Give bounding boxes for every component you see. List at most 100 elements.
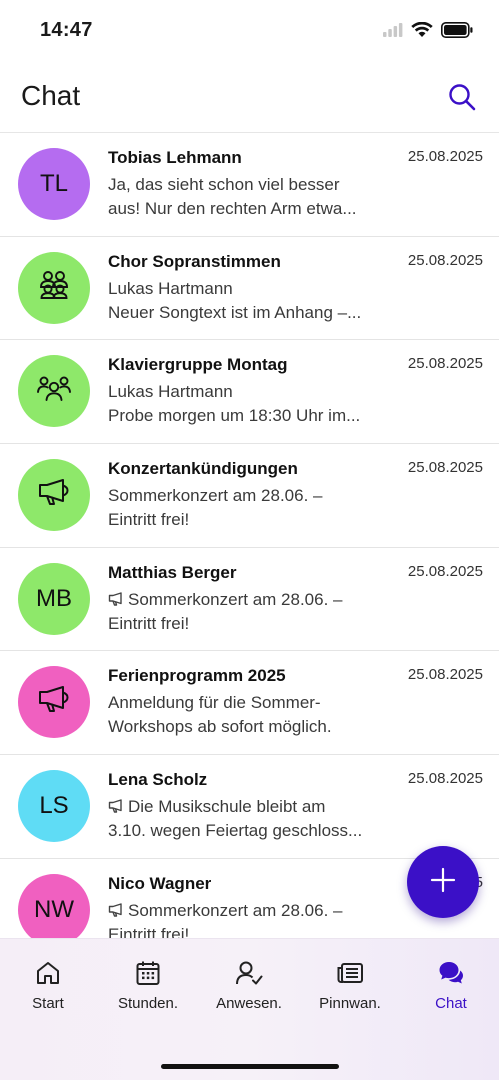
chat-list-item[interactable]: LS Lena Scholz 25.08.2025 Die Musikschule b… (0, 755, 499, 859)
wifi-icon (411, 21, 433, 43)
chat-preview: Lukas Hartmann Probe morgen um 18:30 Uhr … (108, 380, 390, 428)
chat-preview: Die Musikschule bleibt am 3.10. wegen Fei… (108, 795, 390, 843)
newspaper-icon (336, 959, 364, 987)
chat-list-item[interactable]: MB Matthias Berger 25.08.2025 Sommerkonzert… (0, 548, 499, 652)
preview-line: Eintritt frei! (108, 510, 190, 530)
chat-name: Ferienprogramm 2025 (108, 666, 286, 686)
tab-stundenplan[interactable]: Stunden. (98, 959, 198, 1012)
preview-text: Anmeldung für die Sommer- (108, 693, 321, 713)
chat-name: Matthias Berger (108, 562, 237, 582)
preview-line: Anmeldung für die Sommer- (108, 691, 390, 715)
page-title: Chat (21, 80, 81, 111)
preview-text: Sommerkonzert am 28.06. – (128, 589, 343, 609)
chat-preview: Anmeldung für die Sommer- Workshops ab so… (108, 691, 390, 739)
preview-text: Die Musikschule bleibt am (128, 797, 326, 817)
avatar-initials: MB (36, 584, 72, 612)
avatar: MB (18, 562, 90, 635)
avatar: NW (18, 873, 90, 938)
bottom-tab-bar: Start Stunden. Anwesen. Pinnwan. Chat (0, 938, 499, 1080)
status-icons (383, 21, 473, 43)
megaphone-icon (108, 592, 122, 606)
chat-date: 25.08.2025 (407, 355, 483, 373)
avatar-initials: LS (39, 792, 69, 820)
tab-start[interactable]: Start (0, 959, 98, 1012)
chat-name: Konzertankündigungen (108, 459, 298, 479)
preview-line: Sommerkonzert am 28.06. – (108, 899, 390, 923)
chat-list-item[interactable]: Klaviergruppe Montag 25.08.2025 Lukas Hart… (0, 340, 499, 445)
group-icon (37, 267, 71, 308)
tab-anwesenheit[interactable]: Anwesen. (199, 959, 299, 1012)
chat-date: 25.08.2025 (407, 251, 483, 269)
calendar-icon (134, 959, 162, 987)
preview-line: 3.10. wegen Feiertag geschloss... (108, 821, 363, 841)
preview-line: Probe morgen um 18:30 Uhr im... (108, 406, 361, 426)
preview-line: Eintritt frei! (108, 924, 190, 938)
chat-date: 25.08.2025 (407, 562, 483, 580)
chat-bubbles-icon (437, 959, 465, 987)
tab-label: Stunden. (117, 995, 179, 1012)
tab-label: Anwesen. (216, 995, 282, 1012)
chat-preview: Sommerkonzert am 28.06. – Eintritt frei! (108, 899, 390, 938)
preview-line: Neuer Songtext ist im Anhang –... (108, 302, 362, 322)
avatar: TL (18, 148, 90, 220)
chat-date: 25.08.2025 (407, 148, 483, 165)
tab-pinnwand[interactable]: Pinnwan. (300, 959, 400, 1012)
plus-icon (430, 867, 456, 898)
chat-list-item[interactable]: TL Tobias Lehmann 25.08.2025 Ja, das sieht … (0, 133, 499, 237)
chat-date: 25.08.2025 (407, 770, 483, 788)
preview-line: Sommerkonzert am 28.06. – (108, 588, 390, 612)
chat-list-item[interactable]: Konzertankündigungen 25.08.2025 Sommerkonz… (0, 444, 499, 548)
chat-name: Klaviergruppe Montag (108, 355, 288, 375)
preview-text: Sommerkonzert am 28.06. – (128, 900, 343, 920)
avatar-initials: NW (34, 895, 74, 923)
avatar (18, 459, 90, 532)
preview-line: aus! Nur den rechten Arm etwa... (108, 199, 357, 218)
megaphone-icon (37, 684, 71, 721)
chat-list: TL Tobias Lehmann 25.08.2025 Ja, das sieht … (0, 133, 499, 938)
preview-line: Lukas Hartmann (108, 380, 390, 404)
chat-list-item[interactable]: Ferienprogramm 2025 25.08.2025 Anmeldung f… (0, 651, 499, 756)
preview-line: Sommerkonzert am 28.06. – (108, 484, 390, 508)
preview-text: Lukas Hartmann (108, 278, 233, 298)
cellular-signal-icon (383, 23, 403, 42)
chat-name: Nico Wagner (108, 873, 212, 893)
tab-label: Pinnwan. (319, 995, 381, 1012)
preview-text: Sommerkonzert am 28.06. – (108, 486, 323, 506)
tab-label: Start (32, 995, 64, 1012)
megaphone-icon (37, 477, 71, 514)
status-bar: 14:47 (0, 0, 499, 62)
home-icon (34, 959, 62, 987)
preview-line: Ja, das sieht schon viel besser (108, 173, 390, 197)
app-header: Chat (0, 62, 499, 133)
chat-preview: Ja, das sieht schon viel besser aus! Nur … (108, 173, 390, 221)
status-time: 14:47 (40, 19, 93, 41)
preview-line: Lukas Hartmann (108, 277, 390, 301)
preview-text: Lukas Hartmann (108, 382, 233, 402)
megaphone-icon (108, 903, 122, 917)
chat-list-item[interactable]: Chor Sopranstimmen 25.08.2025 Lukas Hartma… (0, 237, 499, 341)
chat-name: Lena Scholz (108, 770, 208, 790)
new-chat-button[interactable] (407, 846, 479, 918)
avatar (18, 666, 90, 739)
battery-icon (441, 22, 473, 43)
avatar-initials: TL (39, 170, 68, 197)
preview-line: Eintritt frei! (108, 613, 190, 633)
chat-date: 25.08.2025 (407, 459, 483, 477)
home-indicator (161, 1064, 339, 1069)
tab-chat[interactable]: Chat (401, 959, 499, 1012)
preview-line: Die Musikschule bleibt am (108, 795, 390, 819)
avatar (18, 251, 90, 324)
group-alt-icon (36, 373, 72, 410)
preview-line: Workshops ab sofort möglich. (108, 717, 332, 737)
avatar (18, 355, 90, 428)
person-check-icon (235, 959, 263, 987)
chat-preview: Sommerkonzert am 28.06. – Eintritt frei! (108, 588, 390, 636)
chat-preview: Sommerkonzert am 28.06. – Eintritt frei! (108, 484, 390, 532)
search-button[interactable] (447, 82, 477, 112)
tab-label: Chat (435, 995, 467, 1012)
search-icon (447, 84, 477, 116)
megaphone-icon (108, 799, 122, 813)
preview-text: Ja, das sieht schon viel besser (108, 175, 340, 194)
chat-name: Tobias Lehmann (108, 148, 242, 167)
chat-name: Chor Sopranstimmen (108, 251, 281, 271)
